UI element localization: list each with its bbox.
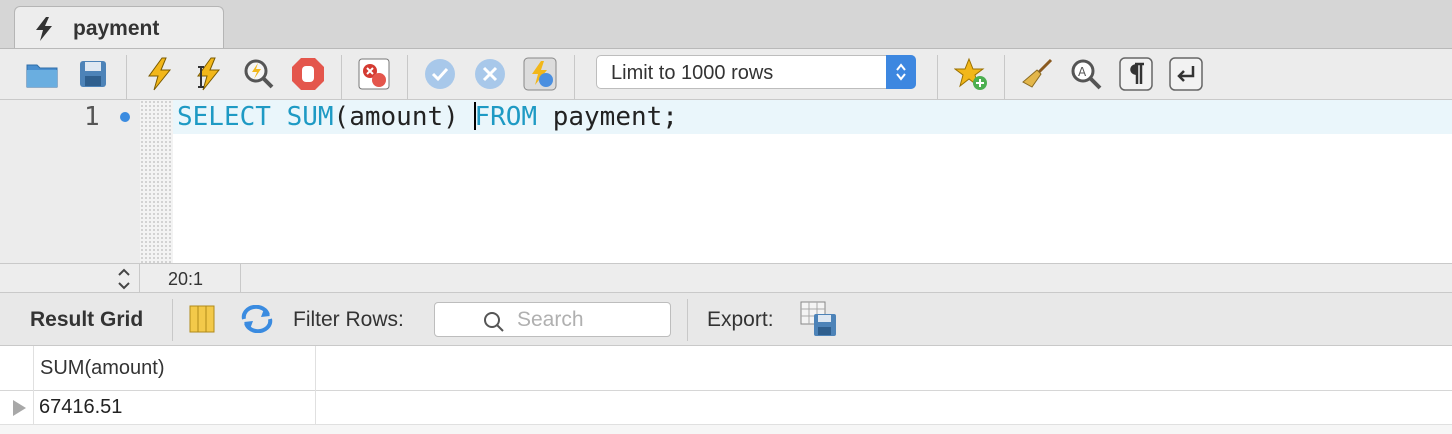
export-icon[interactable]: [800, 301, 838, 342]
error-toggle-icon: [358, 58, 390, 90]
sql-keyword: FROM: [474, 102, 538, 132]
grid-view-icon[interactable]: [188, 304, 216, 339]
filter-rows-label: Filter Rows:: [293, 308, 404, 331]
sql-function: SUM: [286, 102, 334, 132]
table-row[interactable]: 67416.51: [0, 391, 1452, 425]
line-number: 1: [84, 102, 100, 132]
table-cell[interactable]: 67416.51: [33, 391, 316, 424]
tab-payment[interactable]: payment: [14, 6, 224, 48]
lightning-cursor-icon: [197, 57, 221, 91]
cell-value: 67416.51: [39, 396, 123, 418]
filter-search-input[interactable]: Search: [434, 302, 671, 337]
sql-toolbar: Limit to 1000 rows A: [0, 49, 1452, 100]
sql-code-line[interactable]: SELECT SUM(amount) FROM payment;: [177, 102, 678, 132]
stop-hand-icon: [292, 58, 324, 90]
sql-table: payment;: [537, 102, 678, 132]
magnifier-lightning-icon: [244, 59, 274, 89]
fold-margin: [140, 100, 173, 263]
execute-current-button[interactable]: [190, 56, 226, 92]
empty-row: [0, 425, 1452, 434]
cancel-icon: [475, 59, 505, 89]
stop-button[interactable]: [290, 56, 326, 92]
limit-rows-value: Limit to 1000 rows: [611, 62, 774, 84]
invisible-chars-button[interactable]: [1118, 56, 1154, 92]
sql-keyword: SELECT: [177, 102, 271, 132]
tab-title: payment: [73, 17, 160, 40]
find-button[interactable]: A: [1068, 56, 1104, 92]
result-grid-tab[interactable]: Result Grid: [30, 308, 143, 332]
editor-status-bar: 20:1: [0, 263, 1452, 293]
check-icon: [425, 59, 455, 89]
wrap-lines-button[interactable]: [1168, 56, 1204, 92]
add-snippet-button[interactable]: [953, 56, 989, 92]
rollback-button[interactable]: [472, 56, 508, 92]
result-grid: SUM(amount) 67416.51: [0, 346, 1452, 434]
beautify-button[interactable]: [1019, 56, 1055, 92]
column-header[interactable]: SUM(amount): [33, 346, 316, 391]
grid-header: SUM(amount): [0, 346, 1452, 391]
floppy-icon: [80, 61, 106, 87]
save-file-button[interactable]: [75, 56, 111, 92]
chevron-up-down-icon: [886, 55, 916, 89]
search-icon: [483, 311, 505, 338]
column-header-label: SUM(amount): [40, 357, 165, 379]
execute-button[interactable]: [141, 56, 177, 92]
tab-bar: payment: [0, 0, 1452, 49]
limit-rows-select[interactable]: Limit to 1000 rows: [596, 55, 916, 89]
lightning-icon: [33, 16, 55, 47]
folder-icon: [26, 64, 58, 88]
statement-marker: [120, 112, 130, 122]
wrap-icon: [1169, 57, 1203, 91]
svg-text:A: A: [1078, 65, 1087, 79]
export-label: Export:: [707, 308, 774, 331]
pilcrow-icon: [1119, 57, 1153, 91]
result-toolbar: Result Grid Filter Rows: Search Export:: [0, 293, 1452, 346]
sql-editor[interactable]: 1 SELECT SUM(amount) FROM payment;: [0, 100, 1452, 263]
line-gutter: 1: [0, 100, 140, 263]
autocommit-toggle-button[interactable]: [522, 56, 558, 92]
broom-icon: [1022, 58, 1053, 88]
search-placeholder: Search: [517, 308, 584, 331]
magnifier-icon: A: [1071, 59, 1102, 90]
stop-on-error-button[interactable]: [356, 56, 392, 92]
open-file-button[interactable]: [24, 56, 60, 92]
star-plus-icon: [954, 57, 987, 90]
autocommit-icon: [523, 57, 557, 91]
cursor-position: 20:1: [168, 269, 204, 289]
explain-button[interactable]: [240, 56, 276, 92]
refresh-icon[interactable]: [240, 304, 274, 338]
row-indicator-icon: [13, 400, 26, 416]
commit-button[interactable]: [422, 56, 458, 92]
sql-argument: (amount): [333, 102, 475, 132]
lightning-icon: [148, 57, 172, 91]
